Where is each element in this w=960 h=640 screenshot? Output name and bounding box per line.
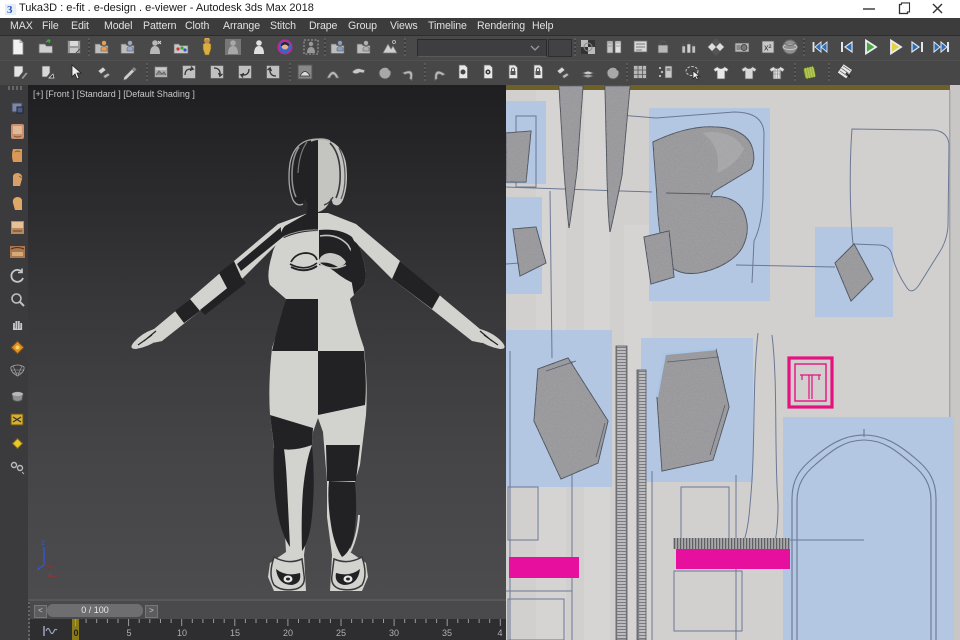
svg-text:25: 25 xyxy=(336,628,346,638)
svg-text:15: 15 xyxy=(230,628,240,638)
svg-text:10: 10 xyxy=(177,628,187,638)
svg-text:30: 30 xyxy=(389,628,399,638)
svg-text:3: 3 xyxy=(7,4,13,16)
svg-text:5: 5 xyxy=(126,628,131,638)
svg-text:z: z xyxy=(41,538,45,547)
svg-text:20: 20 xyxy=(283,628,293,638)
svg-text:0: 0 xyxy=(73,628,78,638)
svg-text:4: 4 xyxy=(497,628,502,638)
svg-text:x²: x² xyxy=(764,43,772,53)
svg-text:x...: x... xyxy=(48,572,57,579)
svg-text:35: 35 xyxy=(442,628,452,638)
